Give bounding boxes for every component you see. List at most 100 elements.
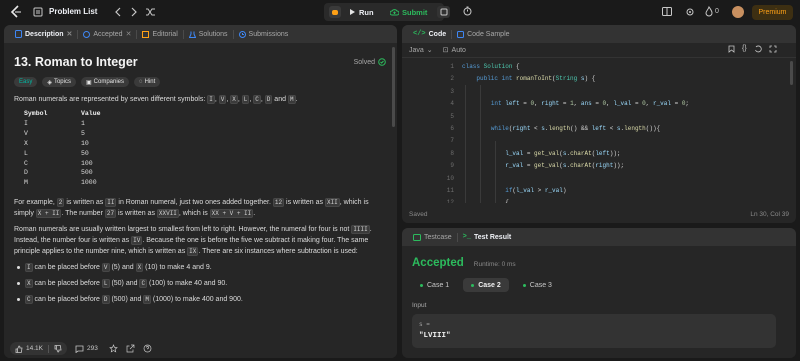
code-lines: class Solution { public int romanToInt(S…: [462, 61, 689, 203]
tab-code[interactable]: </> Code: [408, 25, 451, 43]
cloud-upload-icon: [390, 9, 399, 16]
pass-dot: [471, 283, 475, 287]
settings-gear-icon[interactable]: [685, 7, 695, 17]
code-line: while(right < s.length() && left < s.len…: [490, 124, 661, 132]
share-icon[interactable]: [126, 344, 135, 353]
tab-accepted[interactable]: Accepted ✕: [78, 25, 136, 43]
problem-list-link[interactable]: Problem List: [49, 7, 97, 16]
hint-chip[interactable]: ◌ Hint: [134, 77, 161, 87]
case-tab-active[interactable]: Case 2: [463, 278, 509, 292]
tab-editorial[interactable]: Editorial: [137, 25, 182, 43]
case-tabs: Case 1 Case 2 Case 3: [412, 278, 560, 292]
next-problem-icon[interactable]: [130, 7, 138, 17]
tab-description[interactable]: Description ✕: [10, 25, 77, 43]
layout-icon[interactable]: [662, 7, 672, 16]
flask-icon: [83, 30, 91, 38]
list-item: C can be placed before D (500) and M (10…: [14, 294, 386, 305]
leetcode-logo-icon[interactable]: [10, 5, 22, 19]
close-icon[interactable]: ✕: [67, 30, 73, 38]
streak-flame-icon[interactable]: [705, 6, 713, 17]
code-editor[interactable]: 1 2 3 4 5 6 7 8 9 10 11 12 13 14 15 clas…: [402, 61, 796, 203]
shuffle-icon[interactable]: [145, 7, 156, 17]
document-icon: [15, 30, 22, 38]
input-label: Input: [412, 302, 427, 309]
tab-test-result-label: Test Result: [474, 233, 512, 241]
fullscreen-icon[interactable]: [769, 45, 777, 53]
list-item: X can be placed before L (50) and C (100…: [14, 278, 386, 289]
history-icon: [238, 30, 246, 38]
reset-icon[interactable]: [754, 45, 762, 53]
tab-testcase[interactable]: Testcase: [408, 228, 457, 246]
top-bar: Problem List Run Submit 0 Premium: [0, 0, 800, 24]
case-tab[interactable]: Case 3: [515, 278, 560, 292]
problem-list-icon[interactable]: [33, 7, 43, 17]
auto-mode-toggle[interactable]: ⊡ Auto: [442, 46, 466, 55]
table-row: D 500: [24, 169, 93, 177]
code-line: r_val = get_val(s.charAt(right));: [505, 162, 625, 170]
companies-label: Companies: [93, 79, 125, 85]
debug-icon[interactable]: [329, 6, 341, 18]
description-footer: 14.1K 293: [4, 339, 397, 358]
bullet-dot: [17, 282, 20, 286]
code-line: if(l_val > r_val): [505, 186, 567, 194]
solved-status: Solved: [354, 58, 386, 66]
prev-problem-icon[interactable]: [114, 7, 122, 17]
tag-icon: ◈: [47, 79, 52, 86]
code-line: l_val = get_val(s.charAt(left));: [505, 149, 621, 157]
intro-paragraph: Roman numerals are represented by seven …: [14, 95, 298, 104]
input-value: "LVIII": [419, 332, 451, 340]
tag-row: Easy ◈ Topics ▣ Companies ◌ Hint: [14, 77, 386, 87]
checkbox-icon: [413, 233, 421, 241]
comments-button[interactable]: 293: [75, 345, 98, 353]
like-button[interactable]: 14.1K: [10, 342, 67, 355]
tab-editorial-label: Editorial: [152, 30, 178, 38]
companies-chip[interactable]: ▣ Companies: [80, 77, 130, 87]
pass-dot: [420, 283, 423, 287]
topics-chip[interactable]: ◈ Topics: [42, 77, 76, 87]
premium-button[interactable]: Premium: [752, 5, 793, 20]
input-box: s = "LVIII": [412, 314, 776, 348]
submit-label: Submit: [402, 7, 428, 17]
close-icon[interactable]: ✕: [126, 30, 132, 38]
solved-label: Solved: [353, 58, 375, 66]
tab-solutions-label: Solutions: [198, 30, 228, 38]
pass-dot: [522, 283, 526, 287]
cursor-position: Ln 30, Col 39: [750, 210, 789, 218]
result-panel: Testcase >_ Test Result Accepted Runtime…: [402, 228, 796, 358]
tab-submissions[interactable]: Submissions: [234, 25, 294, 43]
lock-icon: ▣: [85, 79, 92, 86]
difficulty-badge[interactable]: Easy: [14, 77, 38, 87]
timer-icon[interactable]: [463, 6, 472, 16]
code-scrollbar[interactable]: [790, 61, 793, 85]
lightbulb-icon: ◌: [139, 79, 143, 85]
notes-icon[interactable]: [437, 6, 450, 18]
topics-label: Topics: [53, 79, 71, 85]
help-icon[interactable]: [143, 344, 152, 353]
code-line: public int romanToInt(String s) {: [476, 75, 596, 83]
tab-code-sample[interactable]: Code Sample: [452, 25, 514, 43]
star-icon[interactable]: [109, 344, 118, 353]
submit-button[interactable]: Submit: [386, 4, 433, 20]
lock-icon: ⊡: [442, 47, 449, 54]
terminal-icon: >_: [462, 233, 472, 241]
run-button[interactable]: Run: [345, 4, 381, 20]
bookmark-icon[interactable]: [728, 45, 735, 53]
language-select[interactable]: Java ⌄: [409, 46, 433, 55]
table-header: Value: [81, 110, 101, 117]
premium-label: Premium: [758, 9, 787, 16]
table-row: M 1000: [24, 179, 97, 187]
user-avatar[interactable]: [732, 6, 744, 18]
play-icon: [350, 9, 355, 15]
symbol-table: Symbol Value I1 V5 X 10 L 50 C 100 D 500 M 100…: [14, 109, 386, 188]
case-tab[interactable]: Case 1: [412, 278, 457, 292]
tab-test-result[interactable]: >_ Test Result: [458, 228, 517, 246]
format-braces-icon[interactable]: {}: [742, 45, 747, 53]
table-row: X 10: [24, 139, 89, 147]
tab-solutions[interactable]: Solutions: [184, 25, 233, 43]
description-scrollbar[interactable]: [392, 47, 395, 127]
thumbs-down-icon[interactable]: [54, 344, 62, 353]
comment-icon: [75, 345, 84, 353]
chevron-down-icon: ⌄: [426, 47, 433, 54]
